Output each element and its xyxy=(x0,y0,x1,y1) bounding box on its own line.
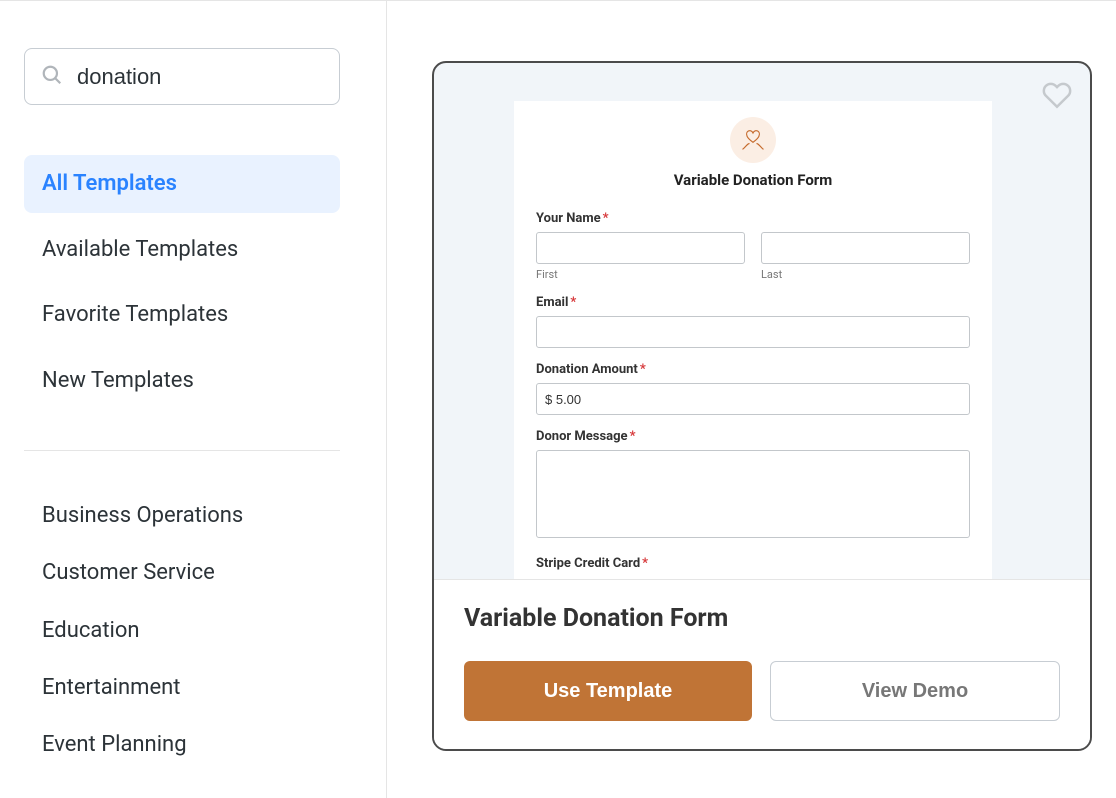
search-icon xyxy=(41,64,63,90)
search-field[interactable] xyxy=(24,48,340,105)
sidebar: All Templates Available Templates Favori… xyxy=(0,1,387,798)
preview-input-amount xyxy=(536,383,970,415)
search-input[interactable] xyxy=(77,64,323,90)
filter-new-templates[interactable]: New Templates xyxy=(24,352,340,410)
category-list: Business Operations Customer Service Edu… xyxy=(24,487,362,774)
category-education[interactable]: Education xyxy=(24,602,362,659)
preview-label-amount: Donation Amount* xyxy=(536,362,970,377)
preview-label-message: Donor Message* xyxy=(536,429,970,444)
template-card: Variable Donation Form Your Name* First … xyxy=(432,61,1092,751)
template-title: Variable Donation Form xyxy=(464,604,1060,633)
preview-label-email: Email* xyxy=(536,295,970,310)
template-browser: All Templates Available Templates Favori… xyxy=(0,0,1116,798)
preview-form-title: Variable Donation Form xyxy=(536,171,970,189)
template-card-footer: Variable Donation Form Use Template View… xyxy=(434,579,1090,749)
preview-sublabel-last: Last xyxy=(761,268,970,281)
filter-available-templates[interactable]: Available Templates xyxy=(24,221,340,279)
donation-hands-icon xyxy=(730,117,776,163)
preview-input-email xyxy=(536,316,970,348)
filter-list: All Templates Available Templates Favori… xyxy=(24,155,362,410)
sidebar-separator xyxy=(24,450,340,451)
filter-all-templates[interactable]: All Templates xyxy=(24,155,340,213)
filter-favorite-templates[interactable]: Favorite Templates xyxy=(24,286,340,344)
preview-input-last-name xyxy=(761,232,970,264)
category-entertainment[interactable]: Entertainment xyxy=(24,659,362,716)
category-customer-service[interactable]: Customer Service xyxy=(24,544,362,601)
category-business-operations[interactable]: Business Operations xyxy=(24,487,362,544)
favorite-toggle[interactable] xyxy=(1042,81,1072,113)
preview-input-first-name xyxy=(536,232,745,264)
template-preview: Variable Donation Form Your Name* First … xyxy=(434,63,1090,579)
preview-sublabel-first: First xyxy=(536,268,745,281)
view-demo-button[interactable]: View Demo xyxy=(770,661,1060,721)
form-preview: Variable Donation Form Your Name* First … xyxy=(514,101,992,579)
preview-label-name: Your Name* xyxy=(536,211,970,226)
use-template-button[interactable]: Use Template xyxy=(464,661,752,721)
preview-label-stripe: Stripe Credit Card* xyxy=(536,556,970,571)
preview-input-message xyxy=(536,450,970,538)
category-event-planning[interactable]: Event Planning xyxy=(24,716,362,773)
heart-icon xyxy=(1042,94,1072,113)
main-pane: Variable Donation Form Your Name* First … xyxy=(387,1,1116,798)
